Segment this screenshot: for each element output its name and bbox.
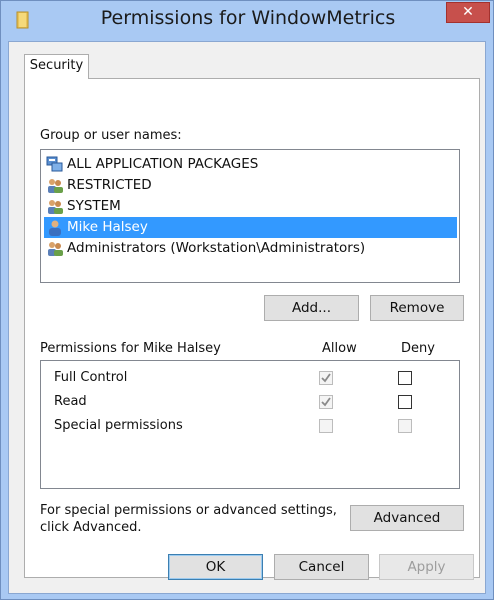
user-icon <box>49 220 61 236</box>
list-item[interactable]: Administrators (Workstation\Administrato… <box>44 238 457 259</box>
list-item[interactable]: ALL APPLICATION PACKAGES <box>44 154 457 175</box>
security-tab-panel: Group or user names: ALL APPLICATION PAC… <box>24 78 480 578</box>
deny-read-checkbox[interactable] <box>398 395 412 409</box>
permissions-header: Permissions for Mike Halsey <box>40 341 221 356</box>
permission-special: Special permissions <box>54 418 183 433</box>
user-name: RESTRICTED <box>67 177 152 193</box>
deny-special-checkbox[interactable] <box>398 419 412 433</box>
deny-full-control-checkbox[interactable] <box>398 371 412 385</box>
title-bar[interactable]: Permissions for WindowMetrics ✕ <box>1 1 494 41</box>
window-title: Permissions for WindowMetrics <box>100 7 396 29</box>
user-name: SYSTEM <box>67 198 121 214</box>
apply-button[interactable]: Apply <box>379 554 474 580</box>
tab-security[interactable]: Security <box>24 54 89 79</box>
group-or-user-names-label: Group or user names: <box>40 128 182 143</box>
ok-button[interactable]: OK <box>168 554 263 580</box>
user-name: Mike Halsey <box>67 219 148 235</box>
allow-column-label: Allow <box>322 341 357 356</box>
user-name: ALL APPLICATION PACKAGES <box>67 156 259 172</box>
close-button[interactable]: ✕ <box>446 2 490 23</box>
app-packages-icon <box>46 156 63 172</box>
list-item-selected[interactable]: Mike Halsey <box>44 217 457 238</box>
allow-special-checkbox[interactable] <box>319 419 333 433</box>
group-icon <box>48 200 63 214</box>
user-name: Administrators (Workstation\Administrato… <box>67 240 366 256</box>
permissions-dialog: Permissions for WindowMetrics ✕ Security… <box>0 0 494 600</box>
permission-full-control: Full Control <box>54 370 128 385</box>
group-icon <box>48 179 63 193</box>
dialog-client-area: Security Group or user names: ALL APPLIC… <box>8 41 486 594</box>
list-item[interactable]: RESTRICTED <box>44 175 457 196</box>
allow-read-checkbox[interactable] <box>319 395 333 409</box>
check-icon <box>321 373 331 383</box>
permissions-list: Full Control Read Special permissions <box>40 360 460 489</box>
user-list[interactable]: ALL APPLICATION PACKAGES RESTRICTED SYST… <box>40 149 460 283</box>
group-icon <box>48 242 63 256</box>
list-item[interactable]: SYSTEM <box>44 196 457 217</box>
cancel-button[interactable]: Cancel <box>274 554 369 580</box>
deny-column-label: Deny <box>401 341 435 356</box>
allow-full-control-checkbox[interactable] <box>319 371 333 385</box>
add-button[interactable]: Add... <box>264 295 359 321</box>
advanced-button[interactable]: Advanced <box>350 505 464 531</box>
advanced-note-line2: click Advanced. <box>40 520 142 535</box>
check-icon <box>321 397 331 407</box>
permission-read: Read <box>54 394 87 409</box>
advanced-note-line1: For special permissions or advanced sett… <box>40 503 337 518</box>
remove-button[interactable]: Remove <box>370 295 464 321</box>
